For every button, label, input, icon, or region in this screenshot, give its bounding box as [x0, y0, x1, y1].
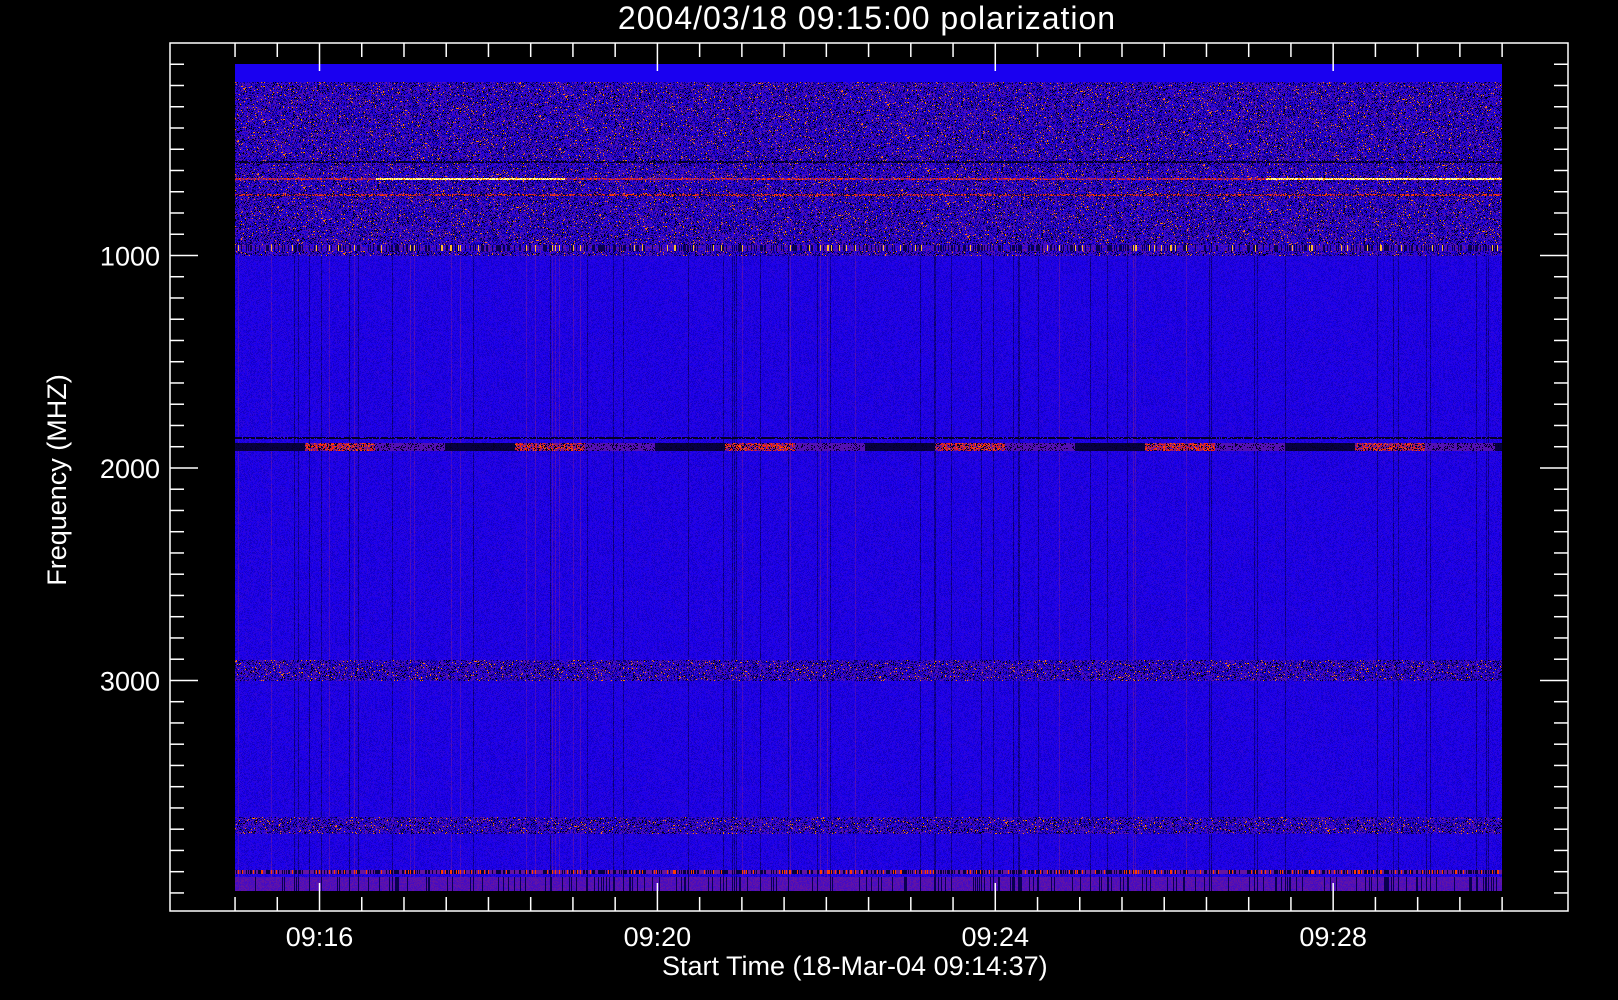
y-tick-label: 2000	[100, 454, 160, 484]
x-tick-label: 09:20	[624, 922, 692, 952]
tick-labels: 09:16 09:20 09:24 09:28 1000 2000 3000	[100, 241, 1367, 952]
y-tick-label: 3000	[100, 666, 160, 696]
y-tick-label: 1000	[100, 241, 160, 271]
x-axis-label: Start Time (18-Mar-04 09:14:37)	[662, 951, 1048, 981]
y-axis-label: Frequency (MHZ)	[42, 374, 72, 586]
tick-marks	[170, 43, 1568, 911]
chart-axes: 09:16 09:20 09:24 09:28 1000 2000 3000 Start T…	[42, 42, 1569, 981]
x-tick-label: 09:16	[286, 922, 354, 952]
x-tick-label: 09:24	[961, 922, 1029, 952]
x-tick-label: 09:28	[1299, 922, 1367, 952]
plot-frame	[169, 42, 1569, 912]
